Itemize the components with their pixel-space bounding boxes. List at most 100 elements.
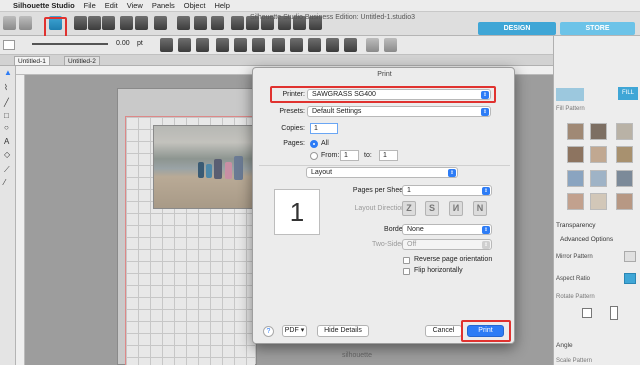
to-page-input[interactable]: 1	[379, 150, 398, 161]
pattern-thumb[interactable]	[567, 146, 584, 163]
pattern-thumb[interactable]	[590, 123, 607, 140]
knife-icon[interactable]: ⟋	[4, 166, 12, 174]
pages-all-radio[interactable]	[310, 140, 318, 148]
pattern-thumb[interactable]	[616, 146, 633, 163]
rotate-icon[interactable]	[154, 16, 167, 30]
pattern-thumb[interactable]	[616, 193, 633, 210]
flip-horizontal-checkbox[interactable]	[403, 268, 410, 275]
point-edit-icon[interactable]: ⌇	[4, 84, 12, 92]
rotate-right-icon[interactable]	[610, 306, 618, 320]
pages-from-label: From:	[321, 152, 340, 159]
eyedropper-icon[interactable]: ⁄	[4, 179, 12, 187]
divider	[259, 165, 510, 166]
mirror-pattern-button[interactable]	[624, 251, 636, 262]
texture-icon[interactable]	[290, 38, 303, 52]
print-settings-icon[interactable]	[384, 38, 397, 52]
line-style-selector[interactable]	[32, 43, 108, 45]
menu-edit[interactable]: Edit	[105, 1, 118, 10]
pattern-thumb[interactable]	[616, 123, 633, 140]
group-icon[interactable]	[211, 16, 224, 30]
secondary-toolbar: 0.00 pt	[0, 36, 560, 55]
pages-per-sheet-select[interactable]: 1 ⇕	[402, 185, 492, 196]
ellipse-tool-icon[interactable]: ○	[4, 124, 12, 132]
layers-icon[interactable]	[252, 38, 265, 52]
tab-untitled-2[interactable]: Untitled-2	[64, 56, 100, 66]
two-sided-select[interactable]: Off ⇕	[402, 239, 492, 250]
menu-view[interactable]: View	[127, 1, 143, 10]
rectangle-tool-icon[interactable]: □	[4, 112, 12, 120]
app-menu[interactable]: Silhouette Studio	[13, 1, 75, 10]
align-icon[interactable]	[160, 38, 173, 52]
menu-panels[interactable]: Panels	[152, 1, 175, 10]
pages-from-radio[interactable]	[310, 152, 318, 160]
text-tool-icon[interactable]: A	[4, 138, 12, 146]
left-toolbar: ▲ ⌇ ╱ □ ○ A ◇ ⟋ ⁄	[0, 66, 16, 365]
menu-help[interactable]: Help	[214, 1, 229, 10]
help-icon[interactable]: ?	[263, 326, 274, 337]
menu-object[interactable]: Object	[184, 1, 206, 10]
menu-file[interactable]: File	[84, 1, 96, 10]
redo-icon[interactable]	[135, 16, 148, 30]
tab-store[interactable]: STORE	[560, 22, 635, 35]
offset-icon[interactable]	[216, 38, 229, 52]
copies-input[interactable]: 1	[310, 123, 338, 134]
aspect-ratio-lock[interactable]	[624, 273, 636, 284]
undo-icon[interactable]	[120, 16, 133, 30]
fill-tab-label[interactable]: FILL	[618, 87, 638, 100]
print-dialog: Print Printer: SAWGRASS SG400 ⇕ Presets:…	[252, 67, 515, 344]
direction-n2-icon[interactable]: N	[473, 201, 487, 216]
from-page-input[interactable]: 1	[340, 150, 359, 161]
direction-z-icon[interactable]: Z	[402, 201, 416, 216]
section-select[interactable]: Layout ⇕	[306, 167, 458, 178]
paste-icon[interactable]	[102, 16, 115, 30]
stroke-width-value[interactable]: 0.00	[116, 40, 130, 47]
cut-icon[interactable]	[74, 16, 87, 30]
direction-n-icon[interactable]: И	[449, 201, 463, 216]
cancel-button[interactable]: Cancel	[425, 325, 462, 337]
open-file-icon[interactable]	[19, 16, 32, 30]
pages-label: Pages:	[283, 140, 305, 147]
pages-all-label: All	[321, 140, 329, 147]
direction-s-icon[interactable]: S	[425, 201, 439, 216]
pattern-thumb[interactable]	[590, 146, 607, 163]
fill-color-swatch[interactable]	[3, 40, 15, 50]
zoom-in-icon[interactable]	[231, 16, 244, 30]
list-icon[interactable]	[272, 38, 285, 52]
pattern-thumb[interactable]	[616, 170, 633, 187]
replicate-icon[interactable]	[178, 38, 191, 52]
reverse-orientation-checkbox[interactable]	[403, 257, 410, 264]
border-select[interactable]: None ⇕	[402, 224, 492, 235]
select-tool-icon[interactable]: ▲	[4, 69, 12, 77]
new-file-icon[interactable]	[3, 16, 16, 30]
tab-design[interactable]: DESIGN	[478, 22, 556, 35]
flower-icon[interactable]	[326, 38, 339, 52]
aspect-ratio-label: Aspect Ratio	[556, 276, 591, 282]
beach-photo[interactable]	[153, 125, 253, 209]
chevron-updown-icon: ⇕	[481, 108, 489, 116]
pattern-thumb[interactable]	[567, 123, 584, 140]
hide-details-button[interactable]: Hide Details	[317, 325, 369, 337]
pattern-thumb[interactable]	[590, 170, 607, 187]
line-tool-icon[interactable]: ╱	[4, 99, 12, 107]
tab-untitled-1[interactable]: Untitled-1	[14, 56, 50, 66]
pattern-thumb[interactable]	[567, 170, 584, 187]
select-all-icon[interactable]	[177, 16, 190, 30]
trace-icon[interactable]	[234, 38, 247, 52]
document-tabs: Untitled-1 Untitled-2	[0, 55, 553, 66]
fill-tab-active[interactable]	[556, 88, 584, 101]
cube-icon[interactable]	[366, 38, 379, 52]
advanced-options-label[interactable]: Advanced Options	[560, 236, 613, 243]
deselect-icon[interactable]	[194, 16, 207, 30]
flip-horizontal-label: Flip horizontally	[414, 267, 463, 274]
dots-icon[interactable]	[308, 38, 321, 52]
eraser-icon[interactable]: ◇	[4, 151, 12, 159]
copy-icon[interactable]	[88, 16, 101, 30]
pdf-menu-button[interactable]: PDF ▾	[282, 325, 307, 337]
pattern-thumb[interactable]	[590, 193, 607, 210]
pattern-thumb[interactable]	[567, 193, 584, 210]
presets-select[interactable]: Default Settings ⇕	[307, 106, 491, 117]
rotate-left-icon[interactable]	[582, 308, 592, 318]
weld-icon[interactable]	[196, 38, 209, 52]
window-title: Silhouette Studio Business Edition: Unti…	[250, 14, 415, 21]
dragonfly-icon[interactable]	[344, 38, 357, 52]
